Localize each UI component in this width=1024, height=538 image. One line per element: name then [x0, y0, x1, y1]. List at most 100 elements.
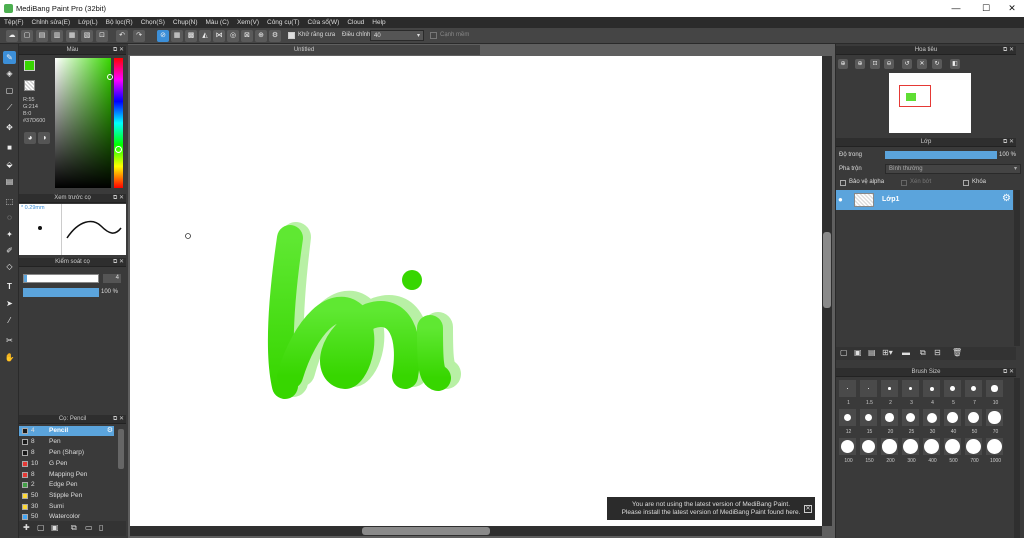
brush-size-option[interactable]: 200: [880, 437, 899, 464]
brush-list-scrollbar[interactable]: [118, 429, 124, 469]
antialias-checkbox[interactable]: [288, 32, 295, 39]
palette-icon[interactable]: ◕: [24, 132, 36, 144]
new-layer-icon[interactable]: ▢: [840, 348, 848, 357]
rotate-left-icon[interactable]: ↺: [902, 59, 912, 69]
brush-size-option[interactable]: 1.5: [859, 379, 878, 406]
brush-item-stipple-pen[interactable]: 50 Stipple Pen: [19, 491, 114, 501]
layer-opacity-slider[interactable]: [885, 151, 997, 159]
zoom-in-icon[interactable]: ⊕: [838, 59, 848, 69]
panel-close-icon[interactable]: ⧉ ✕: [1003, 138, 1014, 147]
hue-slider[interactable]: [114, 58, 123, 188]
brush-item-pen[interactable]: 8 Pen: [19, 437, 114, 447]
crop-icon[interactable]: ⊡: [96, 30, 108, 42]
edge-checkbox[interactable]: [430, 32, 437, 39]
layer-row[interactable]: ● Lớp1 ⚙: [836, 190, 1013, 210]
panel-close-icon[interactable]: ⧉ ✕: [113, 194, 124, 203]
brush-size-option[interactable]: 50: [964, 408, 983, 435]
minimize-button[interactable]: —: [944, 2, 968, 15]
panel-close-icon[interactable]: ⧉ ✕: [113, 46, 124, 55]
menu-window[interactable]: Cửa sổ(W): [304, 17, 344, 28]
settings-icon[interactable]: ⚙: [269, 30, 281, 42]
update-notification[interactable]: You are not using the latest version of …: [607, 497, 815, 520]
divide-tool-icon[interactable]: ✂: [3, 334, 16, 347]
protect-alpha-checkbox[interactable]: [840, 180, 846, 186]
panel-close-icon[interactable]: ⧉ ✕: [1003, 368, 1014, 377]
brush-size-option[interactable]: 15: [859, 408, 878, 435]
gear-icon[interactable]: ⚙: [1002, 193, 1011, 204]
layer-folder-icon[interactable]: ▬: [902, 348, 910, 357]
grid-icon[interactable]: ▦: [171, 30, 183, 42]
panel-close-icon[interactable]: ⧉ ✕: [1003, 46, 1014, 55]
circle-ruler-icon[interactable]: ◎: [227, 30, 239, 42]
cloud-icon[interactable]: ☁: [6, 30, 18, 42]
close-button[interactable]: ✕: [1000, 2, 1024, 15]
brush-size-option[interactable]: 2: [880, 379, 899, 406]
select-eraser-icon[interactable]: ◇: [3, 260, 16, 273]
menu-snap[interactable]: Chụp(N): [169, 17, 202, 28]
hand-tool-icon[interactable]: ✋: [3, 351, 16, 364]
aa-off-icon[interactable]: ⊘: [157, 30, 169, 42]
bucket-tool-icon[interactable]: ⬙: [3, 158, 16, 171]
gear-icon[interactable]: ⚙: [107, 426, 113, 436]
eraser-tool-icon[interactable]: ◈: [3, 67, 16, 80]
brush-item-pencil[interactable]: 4 Pencil ⚙: [19, 426, 114, 436]
brush-size-option[interactable]: 4: [922, 379, 941, 406]
brush-size-option[interactable]: 1000: [985, 437, 1004, 464]
snap-icon[interactable]: ⊠: [241, 30, 253, 42]
save-icon[interactable]: ▥: [51, 30, 63, 42]
operation-tool-icon[interactable]: ➤: [3, 297, 16, 310]
adjust-select[interactable]: 40 ▾: [370, 30, 424, 41]
undo-icon[interactable]: ↶: [116, 30, 128, 42]
text-tool-icon[interactable]: T: [3, 280, 16, 293]
brush-size-value[interactable]: 4: [103, 274, 121, 283]
move-tool-icon[interactable]: ✥: [3, 121, 16, 134]
rotate-right-icon[interactable]: ↻: [932, 59, 942, 69]
menu-layer[interactable]: Lớp(L): [74, 17, 101, 28]
symmetry-icon[interactable]: ◭: [199, 30, 211, 42]
select-brush-icon[interactable]: ✐: [3, 244, 16, 257]
dot-tool-icon[interactable]: ▢: [3, 84, 16, 97]
color-wheel-icon[interactable]: ◑: [38, 132, 50, 144]
menu-help[interactable]: Help: [368, 17, 389, 28]
perspective-icon[interactable]: ⋈: [213, 30, 225, 42]
duplicate-icon[interactable]: ▯: [99, 523, 103, 532]
brush-size-option[interactable]: 25: [901, 408, 920, 435]
new-halftone-layer-icon[interactable]: ▣: [854, 348, 862, 357]
new-8bit-layer-icon[interactable]: ▤: [868, 348, 876, 357]
brush-item-sumi[interactable]: 30 Sumi: [19, 502, 114, 512]
panel-close-icon[interactable]: ⧉ ✕: [113, 258, 124, 267]
layer-list-scrollbar[interactable]: [1014, 190, 1020, 346]
brush-size-option[interactable]: 3: [901, 379, 920, 406]
lasso-icon[interactable]: ◌: [3, 211, 16, 224]
fit-icon[interactable]: ⊡: [870, 59, 880, 69]
menu-tools[interactable]: Công cụ(T): [263, 17, 304, 28]
menu-cloud[interactable]: Cloud: [343, 17, 368, 28]
clipping-checkbox[interactable]: [901, 180, 907, 186]
actual-size-icon[interactable]: ⊖: [884, 59, 894, 69]
merge-layer-icon[interactable]: ⊟: [934, 348, 941, 357]
primary-color-swatch[interactable]: [24, 60, 35, 71]
brush-item-g-pen[interactable]: 10 G Pen: [19, 459, 114, 469]
shape-tool-icon[interactable]: ■: [3, 141, 16, 154]
close-icon[interactable]: ✕: [804, 505, 812, 513]
redo-icon[interactable]: ↷: [133, 30, 145, 42]
brush-size-option[interactable]: 40: [943, 408, 962, 435]
menu-color[interactable]: Màu (C): [201, 17, 232, 28]
lock-checkbox[interactable]: [963, 180, 969, 186]
blend-mode-select[interactable]: Bình thường ▾: [885, 164, 1021, 174]
saturation-value-picker[interactable]: [55, 58, 111, 188]
maximize-button[interactable]: ☐: [974, 2, 998, 15]
add-brush-icon[interactable]: ✚: [23, 523, 30, 532]
brush-size-option[interactable]: 150: [859, 437, 878, 464]
document-tab[interactable]: Untitled: [128, 45, 480, 55]
navigator-thumbnail[interactable]: [889, 73, 971, 133]
brush-size-option[interactable]: 100: [838, 437, 857, 464]
brush-size-option[interactable]: 1: [838, 379, 857, 406]
copy-brush-icon[interactable]: ⧉: [71, 523, 77, 533]
canvas-vertical-scroll-thumb[interactable]: [823, 232, 831, 308]
drawing-canvas[interactable]: [130, 56, 822, 526]
brush-size-option[interactable]: 300: [901, 437, 920, 464]
new-brush-icon[interactable]: ▢: [37, 523, 45, 532]
duplicate-layer-icon[interactable]: ⧉: [920, 348, 926, 358]
brush-size-option[interactable]: 400: [922, 437, 941, 464]
